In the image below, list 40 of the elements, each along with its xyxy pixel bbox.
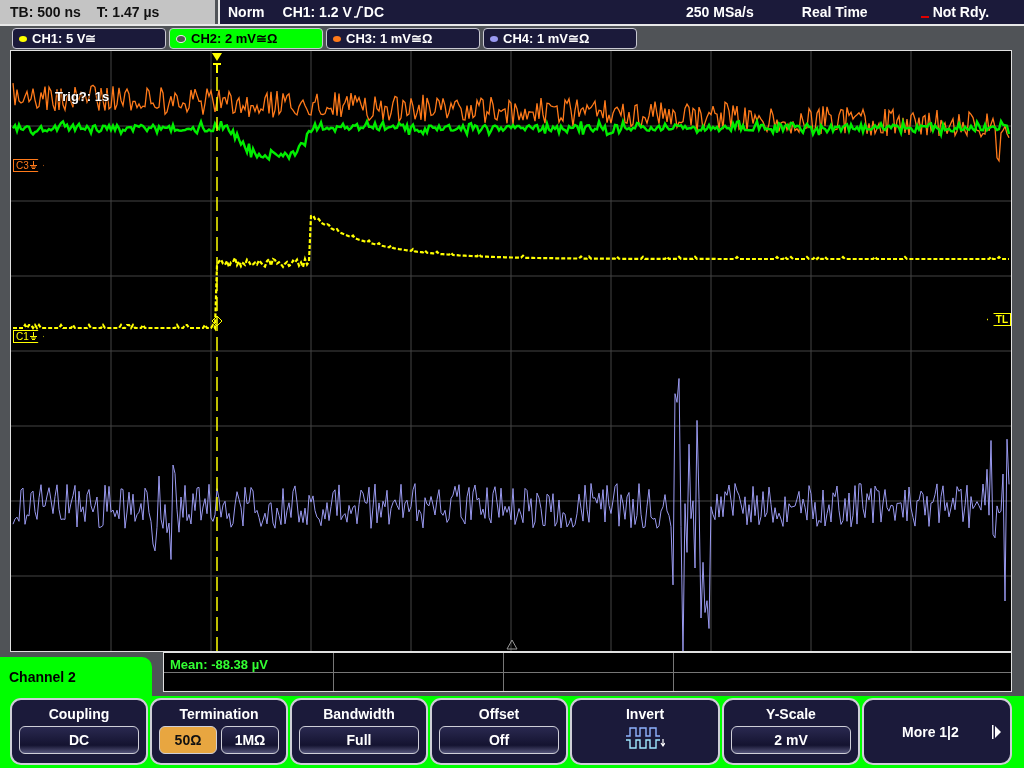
invert-waveform-icon bbox=[625, 726, 665, 750]
rising-edge-icon bbox=[353, 6, 363, 18]
trigger-time: T: 1.47 µs bbox=[96, 4, 160, 20]
trigger-source: CH1: 1.2 V bbox=[282, 4, 352, 20]
acquisition-mode: Real Time bbox=[801, 4, 868, 20]
measurement-value: Mean: -88.38 µV bbox=[170, 657, 268, 672]
value-button[interactable]: Off bbox=[439, 726, 559, 754]
menu-title: Channel 2 bbox=[0, 657, 152, 696]
channel-tab[interactable]: CH1: 5 V≅ bbox=[12, 28, 166, 49]
value-button[interactable]: 2 mV bbox=[731, 726, 851, 754]
option-button[interactable]: 50Ω bbox=[159, 726, 217, 754]
trigger-mode: Norm bbox=[228, 4, 265, 20]
channel-tab[interactable]: CH3: 1 mV≅Ω bbox=[326, 28, 480, 49]
value-button[interactable]: Full bbox=[299, 726, 419, 754]
trigger-position-icon bbox=[212, 53, 222, 73]
more-button[interactable]: More 1|2 bbox=[862, 698, 1012, 765]
channel-tab[interactable]: CH2: 2 mV≅Ω bbox=[169, 28, 323, 49]
channel-dot bbox=[176, 34, 186, 43]
softkey-label: Y-Scale bbox=[766, 706, 816, 722]
channel-dot bbox=[490, 35, 498, 42]
timebase: TB: 500 ns bbox=[10, 4, 81, 20]
softkey-label: Termination bbox=[179, 706, 259, 722]
ground-icon bbox=[29, 161, 37, 169]
channel-dot bbox=[333, 35, 341, 42]
channel-dot bbox=[19, 35, 27, 42]
softkey-label: Bandwidth bbox=[323, 706, 395, 722]
invert-button[interactable]: Invert bbox=[570, 698, 720, 765]
softkey-label: Coupling bbox=[48, 706, 110, 722]
acquisition-state: Not Rdy. bbox=[932, 4, 990, 20]
arrow-right-icon bbox=[992, 725, 1002, 739]
softkey-label: Offset bbox=[478, 706, 520, 722]
sample-rate: 250 MSa/s bbox=[686, 4, 754, 20]
channel-tab[interactable]: CH4: 1 mV≅Ω bbox=[483, 28, 637, 49]
value-button[interactable]: DC bbox=[19, 726, 139, 754]
ground-icon bbox=[29, 332, 37, 340]
option-button[interactable]: 1MΩ bbox=[221, 726, 279, 754]
status-indicator-icon bbox=[920, 15, 929, 19]
trigger-point-icon bbox=[211, 315, 223, 327]
time-reference-icon bbox=[506, 639, 518, 650]
trigger-coupling: DC bbox=[363, 4, 385, 20]
